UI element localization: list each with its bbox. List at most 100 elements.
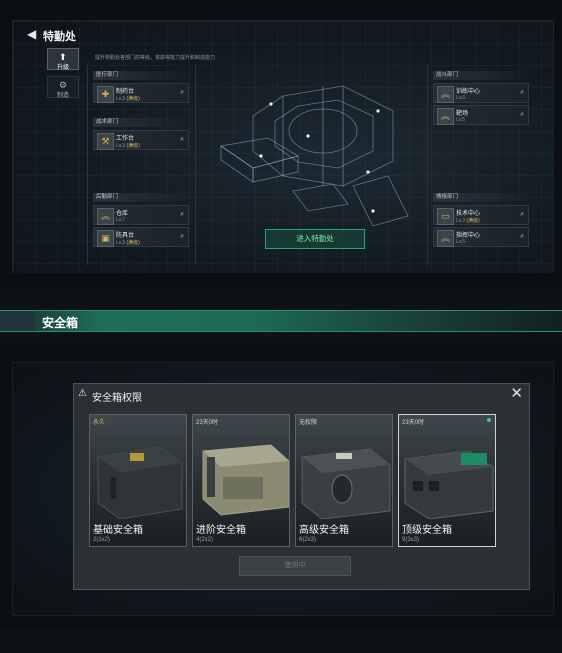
safe-box-card-advanced[interactable]: 23天0时 进阶安全箱 4(2x2) <box>192 414 290 547</box>
safe-box-card-premium[interactable]: 无权限 高级安全箱 6(2x3) <box>295 414 393 547</box>
facility-level: Lv.5 <box>456 117 465 123</box>
level-value: Lv.7 <box>116 217 126 223</box>
facility-armor-bench[interactable]: ▣ 防具台 Lv.3 (满级) ⌕ <box>93 227 189 247</box>
level-value: Lv.3 <box>116 240 126 246</box>
facility-level: Lv.3 (满级) <box>116 142 140 149</box>
safe-box-panel: ⚠ 安全箱权限 ✕ 永久 基础安全箱 2(1x2) 23天0时 进阶安全箱 4(… <box>12 362 554 616</box>
card-capacity: 4(2x2) <box>196 537 214 543</box>
facility-level: Lv.5 <box>456 239 465 245</box>
search-icon[interactable]: ⌕ <box>180 211 184 219</box>
duration-label: 23天0时 <box>196 420 219 426</box>
max-level-tag: (满级) <box>126 240 140 246</box>
level-value: Lv.3 <box>116 143 126 149</box>
top-safe-box-image <box>404 450 494 519</box>
hammer-icon: ⚒ <box>97 133 114 150</box>
monitor-icon: ▭ <box>437 208 454 225</box>
facility-name: 工作台 <box>116 136 135 142</box>
search-icon[interactable]: ⌕ <box>180 89 184 97</box>
rank-chevron-icon: ︽ <box>437 86 454 103</box>
bottom-bar <box>0 630 562 653</box>
search-icon[interactable]: ⌕ <box>520 211 524 219</box>
safe-box-modal: ⚠ 安全箱权限 ✕ 永久 基础安全箱 2(1x2) 23天0时 进阶安全箱 4(… <box>73 383 530 590</box>
advanced-safe-box-image <box>202 444 289 516</box>
divider <box>195 65 196 265</box>
facility-level: Lv.6 <box>456 95 465 101</box>
card-capacity: 6(2x3) <box>299 537 317 543</box>
facility-command-center[interactable]: ︽ 指挥中心 Lv.5 ⌕ <box>433 227 529 247</box>
search-icon[interactable]: ⌕ <box>180 136 184 144</box>
rank-chevron-icon: ︽ <box>437 108 454 125</box>
level-value: Lv.5 <box>456 239 466 245</box>
tab-upgrade[interactable]: ⬆ 升级 <box>47 48 79 71</box>
upgrade-icon: ⬆ <box>59 52 67 62</box>
special-service-panel: ◀ 特勤处 提升特勤处各部门的等级，将获得能力提升和制造能力 ⬆ 升级 ⚙ 制造… <box>12 20 554 274</box>
hint-text: 提升特勤处各部门的等级，将获得能力提升和制造能力 <box>95 55 216 61</box>
level-value: Lv.5 <box>456 117 466 123</box>
card-capacity: 2(1x2) <box>93 537 111 543</box>
dept-label-medical: 医疗部门 <box>93 71 192 80</box>
tab-craft[interactable]: ⚙ 制造 <box>47 76 79 99</box>
facility-name: 靶场 <box>456 111 469 117</box>
facility-name: 训练中心 <box>456 89 481 95</box>
facility-tech-center[interactable]: ▭ 技术中心 Lv.3 (满级) ⌕ <box>433 205 529 225</box>
card-name: 进阶安全箱 <box>196 525 246 536</box>
level-value: Lv.6 <box>456 95 466 101</box>
dept-label-tactical: 战术部门 <box>93 118 192 127</box>
banner-strip: 安全箱 <box>0 310 562 332</box>
facility-training-center[interactable]: ︽ 训练中心 Lv.6 ⌕ <box>433 83 529 103</box>
banner-title: 安全箱 <box>42 316 79 330</box>
facility-shooting-range[interactable]: ︽ 靶场 Lv.5 ⌕ <box>433 105 529 125</box>
duration-label: 23天0时 <box>402 420 425 426</box>
page-title: 特勤处 <box>43 31 76 43</box>
facility-name: 仓库 <box>116 211 129 217</box>
safe-box-card-basic[interactable]: 永久 基础安全箱 2(1x2) <box>89 414 187 547</box>
facility-warehouse[interactable]: ︽ 仓库 Lv.7 ⌕ <box>93 205 189 225</box>
rank-chevron-icon: ︽ <box>437 230 454 247</box>
dept-label-logistics: 后勤部门 <box>93 193 192 202</box>
separator-bar <box>0 273 562 281</box>
divider <box>427 65 428 265</box>
close-icon[interactable]: ✕ <box>510 385 523 403</box>
facility-level: Lv.3 (满级) <box>116 239 140 246</box>
facility-name: 指挥中心 <box>456 233 481 239</box>
facility-level: Lv.3 (满级) <box>456 217 480 224</box>
card-name: 顶级安全箱 <box>402 525 452 536</box>
craft-icon: ⚙ <box>59 80 68 90</box>
rank-chevron-icon: ︽ <box>97 208 114 225</box>
tab-craft-label: 制造 <box>56 93 69 99</box>
facility-level: Lv.7 <box>116 217 125 223</box>
equipped-indicator-icon <box>487 418 491 422</box>
card-name: 基础安全箱 <box>93 525 143 536</box>
facility-name: 制药台 <box>116 89 135 95</box>
max-level-tag: (满级) <box>126 143 140 149</box>
search-icon[interactable]: ⌕ <box>520 111 524 119</box>
section-banner: 安全箱 <box>0 288 562 344</box>
back-arrow-icon[interactable]: ◀ <box>27 27 39 41</box>
search-icon[interactable]: ⌕ <box>180 233 184 241</box>
safe-box-card-top[interactable]: 23天0时 顶级安全箱 9(3x3) <box>398 414 496 547</box>
warning-icon: ⚠ <box>78 388 87 399</box>
duration-label: 永久 <box>93 420 106 426</box>
facility-name: 技术中心 <box>456 211 481 217</box>
card-name: 高级安全箱 <box>299 525 349 536</box>
divider <box>87 65 88 265</box>
facility-name: 防具台 <box>116 233 135 239</box>
max-level-tag: (满级) <box>126 96 140 102</box>
level-value: Lv.3 <box>456 218 466 224</box>
search-icon[interactable]: ⌕ <box>520 89 524 97</box>
search-icon[interactable]: ⌕ <box>520 233 524 241</box>
facility-workbench[interactable]: ⚒ 工作台 Lv.3 (满级) ⌕ <box>93 130 189 150</box>
dept-label-combat: 战斗部门 <box>433 71 532 80</box>
duration-label: 无权限 <box>299 420 318 426</box>
tab-upgrade-label: 升级 <box>56 65 69 71</box>
banner-left-block <box>0 311 34 331</box>
max-level-tag: (满级) <box>466 218 480 224</box>
basic-safe-box-image <box>97 446 183 519</box>
facility-pharmacy[interactable]: ✚ 制药台 Lv.3 (满级) ⌕ <box>93 83 189 103</box>
base-wireframe-model[interactable] <box>213 76 413 226</box>
level-value: Lv.3 <box>116 96 126 102</box>
modal-title: 安全箱权限 <box>92 393 142 404</box>
enter-special-service-button[interactable]: 进入特勤处 <box>265 229 365 249</box>
premium-safe-box-image <box>301 448 391 519</box>
dept-label-intel: 情报部门 <box>433 193 532 202</box>
